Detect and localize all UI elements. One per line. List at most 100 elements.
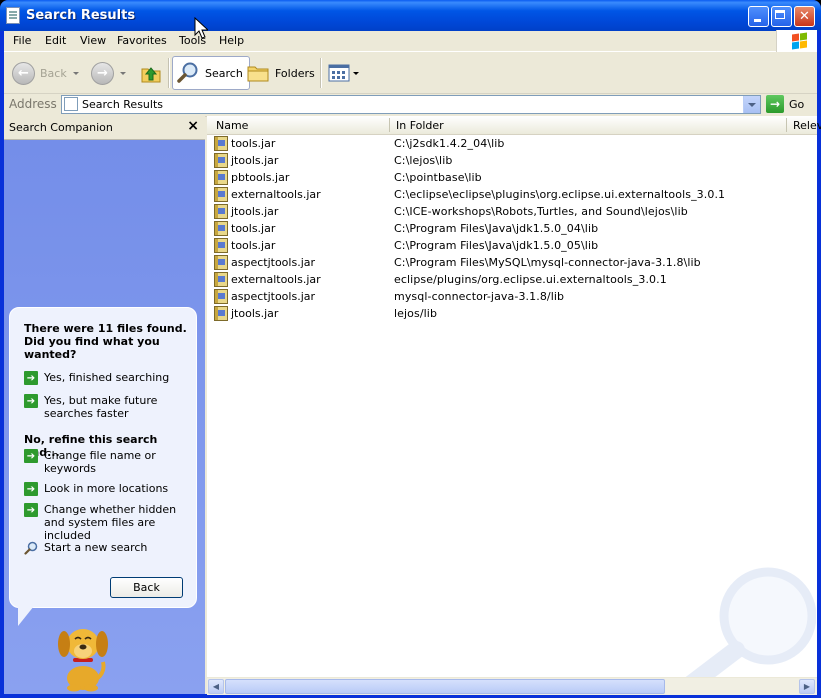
address-bar: Address Search Results → Go bbox=[4, 94, 817, 117]
file-name: jtools.jar bbox=[231, 205, 279, 218]
option-label: Change file name or keywords bbox=[44, 449, 156, 475]
option-new-search[interactable]: Start a new search bbox=[24, 541, 147, 555]
file-name: tools.jar bbox=[231, 137, 276, 150]
companion-title: Search Companion bbox=[9, 121, 113, 134]
jar-file-icon bbox=[214, 255, 228, 270]
column-divider[interactable] bbox=[389, 118, 390, 132]
companion-back-button[interactable]: Back bbox=[110, 577, 183, 598]
file-folder: C:\Program Files\MySQL\mysql-connector-j… bbox=[394, 256, 701, 269]
table-row[interactable]: tools.jar C:\Program Files\Java\jdk1.5.0_… bbox=[212, 238, 812, 255]
file-folder: C:\j2sdk1.4.2_04\lib bbox=[394, 137, 505, 150]
option-label: Start a new search bbox=[44, 541, 148, 554]
jar-file-icon bbox=[214, 153, 228, 168]
column-divider[interactable] bbox=[786, 118, 787, 132]
option-label: Look in more locations bbox=[44, 482, 169, 495]
jar-file-icon bbox=[214, 204, 228, 219]
standard-toolbar: ← Back → Search Folders bbox=[4, 52, 817, 94]
column-relevance[interactable]: Relev bbox=[793, 119, 821, 132]
title-bar[interactable]: Search Results ✕ bbox=[0, 0, 821, 31]
address-field[interactable]: Search Results bbox=[61, 95, 761, 114]
jar-file-icon bbox=[214, 289, 228, 304]
search-label: Search bbox=[205, 66, 243, 80]
back-arrow-icon: ← bbox=[12, 61, 35, 85]
table-row[interactable]: tools.jar C:\j2sdk1.4.2_04\lib bbox=[212, 136, 812, 153]
minimize-button[interactable] bbox=[748, 6, 769, 27]
back-toolbar-button[interactable]: ← Back bbox=[12, 56, 79, 90]
views-toolbar-button[interactable] bbox=[328, 56, 359, 90]
search-dog-character-icon[interactable] bbox=[49, 620, 119, 692]
companion-balloon: There were 11 files found. Did you find … bbox=[9, 307, 197, 608]
option-yes-finished[interactable]: ➔ Yes, finished searching bbox=[24, 371, 169, 385]
magnifier-icon bbox=[177, 62, 198, 83]
mouse-cursor-icon bbox=[194, 17, 208, 39]
scroll-thumb[interactable] bbox=[225, 679, 665, 694]
table-row[interactable]: externaltools.jar eclipse/plugins/org.ecl… bbox=[212, 272, 812, 289]
menu-view[interactable]: View bbox=[80, 34, 106, 47]
content-area: Search Companion × There were 11 files f… bbox=[4, 116, 821, 695]
companion-close-icon[interactable]: × bbox=[187, 118, 199, 134]
jar-file-icon bbox=[214, 221, 228, 236]
green-arrow-icon: ➔ bbox=[24, 394, 38, 408]
file-name: pbtools.jar bbox=[231, 171, 290, 184]
option-label: Change whether hidden and system files a… bbox=[44, 503, 177, 542]
explorer-window: Search Results ✕ File Edit View Favorite… bbox=[0, 0, 821, 698]
table-row[interactable]: tools.jar C:\Program Files\Java\jdk1.5.0_… bbox=[212, 221, 812, 238]
table-row[interactable]: aspectjtools.jar mysql-connector-java-3.1… bbox=[212, 289, 812, 306]
file-folder: eclipse/plugins/org.eclipse.ui.externalt… bbox=[394, 273, 667, 286]
address-dropdown-button[interactable] bbox=[743, 96, 760, 113]
table-row[interactable]: aspectjtools.jar C:\Program Files\MySQL\m… bbox=[212, 255, 812, 272]
file-folder: lejos/lib bbox=[394, 307, 438, 320]
option-label: Yes, finished searching bbox=[44, 371, 170, 384]
option-more-locations[interactable]: ➔ Look in more locations bbox=[24, 482, 168, 496]
table-row[interactable]: jtools.jar lejos/lib bbox=[212, 306, 812, 323]
minimize-icon bbox=[754, 19, 761, 22]
menu-file[interactable]: File bbox=[13, 34, 31, 47]
close-button[interactable]: ✕ bbox=[794, 6, 815, 27]
scroll-left-icon[interactable]: ◀ bbox=[208, 679, 224, 694]
forward-toolbar-button[interactable]: → bbox=[91, 56, 126, 90]
menu-edit[interactable]: Edit bbox=[45, 34, 66, 47]
file-folder: C:\Program Files\Java\jdk1.5.0_04\lib bbox=[394, 222, 599, 235]
column-name[interactable]: Name bbox=[216, 119, 248, 132]
maximize-button[interactable] bbox=[771, 6, 792, 27]
menu-favorites[interactable]: Favorites bbox=[117, 34, 167, 47]
horizontal-scrollbar[interactable]: ◀ ▶ bbox=[207, 677, 817, 695]
search-toolbar-button[interactable]: Search bbox=[172, 56, 250, 90]
back-label: Back bbox=[40, 66, 67, 80]
views-icon bbox=[328, 64, 350, 82]
up-folder-button[interactable] bbox=[140, 56, 162, 90]
jar-file-icon bbox=[214, 272, 228, 287]
table-row[interactable]: jtools.jar C:\lejos\lib bbox=[212, 153, 812, 170]
scroll-right-icon[interactable]: ▶ bbox=[799, 679, 815, 694]
table-row[interactable]: externaltools.jar C:\eclipse\eclipse\plug… bbox=[212, 187, 812, 204]
table-row[interactable]: jtools.jar C:\ICE-workshops\Robots,Turtle… bbox=[212, 204, 812, 221]
window-title: Search Results bbox=[26, 8, 136, 23]
menu-bar: File Edit View Favorites Tools Help bbox=[4, 30, 817, 52]
jar-file-icon bbox=[214, 136, 228, 151]
table-row[interactable]: pbtools.jar C:\pointbase\lib bbox=[212, 170, 812, 187]
file-folder: C:\Program Files\Java\jdk1.5.0_05\lib bbox=[394, 239, 599, 252]
folder-icon bbox=[247, 66, 269, 82]
folders-toolbar-button[interactable]: Folders bbox=[247, 56, 315, 90]
balloon-tail bbox=[18, 606, 34, 626]
menu-help[interactable]: Help bbox=[219, 34, 244, 47]
file-folder: mysql-connector-java-3.1.8/lib bbox=[394, 290, 565, 303]
jar-file-icon bbox=[214, 187, 228, 202]
search-results-window-icon[interactable] bbox=[6, 7, 20, 24]
folder-up-icon bbox=[141, 67, 161, 83]
jar-file-icon bbox=[214, 170, 228, 185]
option-yes-faster[interactable]: ➔ Yes, but make future searches faster bbox=[24, 394, 184, 420]
search-companion-pane: Search Companion × There were 11 files f… bbox=[4, 116, 205, 694]
back-dropdown-icon bbox=[72, 71, 79, 75]
results-list: Name In Folder Relev tools.jar C:\j2sdk1.… bbox=[207, 116, 821, 695]
maximize-icon bbox=[775, 10, 785, 19]
address-value: Search Results bbox=[82, 98, 164, 111]
file-name: externaltools.jar bbox=[231, 188, 321, 201]
option-hidden-system-files[interactable]: ➔ Change whether hidden and system files… bbox=[24, 503, 189, 542]
column-in-folder[interactable]: In Folder bbox=[396, 119, 444, 132]
option-change-file-name[interactable]: ➔ Change file name or keywords bbox=[24, 449, 184, 475]
go-button[interactable]: → Go bbox=[766, 95, 804, 113]
file-name: tools.jar bbox=[231, 222, 276, 235]
green-arrow-icon: ➔ bbox=[24, 482, 38, 496]
jar-file-icon bbox=[214, 238, 228, 253]
